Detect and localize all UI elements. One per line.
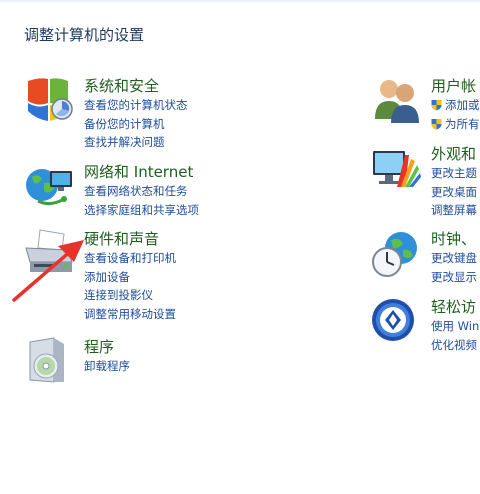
mobility-settings-link[interactable]: 调整常用移动设置 [84, 305, 176, 324]
clock-region-title[interactable]: 时钟、 [431, 228, 476, 249]
view-devices-printers-link[interactable]: 查看设备和打印机 [84, 249, 176, 268]
add-remove-accounts-link[interactable]: 添加或 [431, 96, 480, 115]
network-globe-icon[interactable] [24, 161, 76, 213]
backup-computer-link[interactable]: 备份您的计算机 [84, 115, 188, 134]
parental-controls-link[interactable]: 为所有 [431, 115, 480, 134]
view-computer-status-link[interactable]: 查看您的计算机状态 [84, 96, 188, 115]
ease-of-access-icon[interactable] [371, 296, 423, 348]
add-remove-accounts-label: 添加或 [445, 98, 480, 112]
homegroup-sharing-link[interactable]: 选择家庭组和共享选项 [84, 201, 199, 220]
program-disc-box-icon[interactable] [24, 336, 76, 388]
hardware-sound-title[interactable]: 硬件和声音 [84, 228, 159, 249]
top-border [0, 0, 480, 2]
page-title: 调整计算机的设置 [24, 26, 145, 44]
change-keyboard-link[interactable]: 更改键盘 [431, 249, 477, 268]
user-accounts-title[interactable]: 用户帐 [431, 75, 476, 96]
change-display-language-link[interactable]: 更改显示 [431, 268, 477, 287]
change-desktop-link[interactable]: 更改桌面 [431, 183, 477, 202]
appearance-title[interactable]: 外观和 [431, 143, 476, 164]
connect-projector-link[interactable]: 连接到投影仪 [84, 286, 176, 305]
network-internet-title[interactable]: 网络和 Internet [84, 161, 193, 182]
add-device-link[interactable]: 添加设备 [84, 268, 176, 287]
uac-shield-icon [431, 118, 442, 129]
uninstall-program-link[interactable]: 卸载程序 [84, 357, 130, 376]
system-security-title[interactable]: 系统和安全 [84, 75, 159, 96]
adjust-screen-link[interactable]: 调整屏幕 [431, 201, 477, 220]
view-network-status-link[interactable]: 查看网络状态和任务 [84, 182, 199, 201]
optimize-visual-display-link[interactable]: 优化视频 [431, 336, 479, 355]
troubleshoot-link[interactable]: 查找并解决问题 [84, 133, 188, 152]
shield-security-icon[interactable] [24, 75, 76, 127]
uac-shield-icon [431, 100, 442, 111]
users-icon[interactable] [371, 75, 423, 127]
ease-of-access-title[interactable]: 轻松访 [431, 296, 476, 317]
printer-icon[interactable] [24, 228, 76, 280]
use-windows-suggestions-link[interactable]: 使用 Win [431, 317, 479, 336]
programs-title[interactable]: 程序 [84, 336, 114, 357]
monitor-palette-icon[interactable] [371, 143, 423, 195]
clock-globe-icon[interactable] [371, 228, 423, 280]
parental-controls-label: 为所有 [445, 116, 480, 131]
change-theme-link[interactable]: 更改主题 [431, 164, 477, 183]
